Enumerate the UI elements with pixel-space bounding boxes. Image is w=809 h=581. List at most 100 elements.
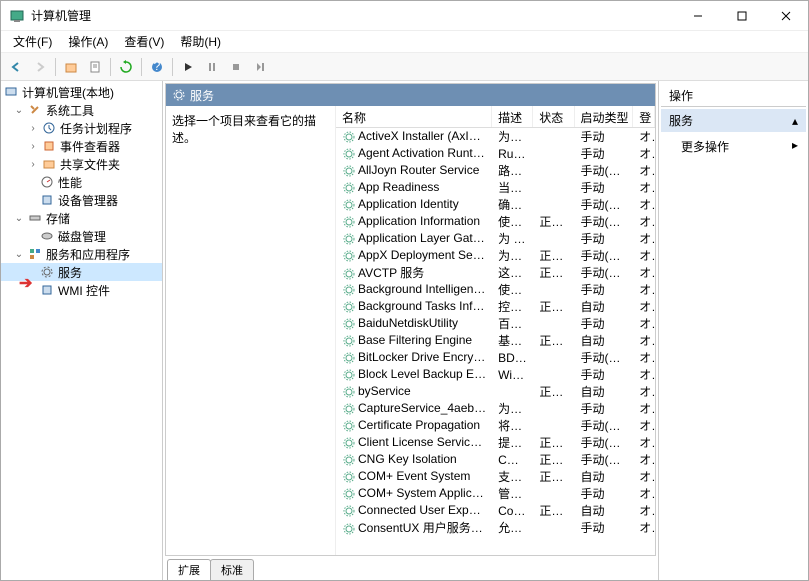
annotation-arrow: ➔	[19, 273, 32, 293]
minimize-button[interactable]	[676, 1, 720, 31]
table-row[interactable]: BitLocker Drive Encryption ...BDE...手动(触…	[336, 349, 655, 366]
expander-icon[interactable]: ⌄	[13, 212, 25, 224]
forward-button[interactable]	[29, 56, 51, 78]
table-row[interactable]: Background Intelligent Tra...使用...手动オ	[336, 281, 655, 298]
restart-service-button[interactable]	[249, 56, 271, 78]
chevron-right-icon: ▸	[792, 138, 798, 152]
col-start[interactable]: 启动类型	[575, 106, 634, 127]
table-row[interactable]: BaiduNetdiskUtility百度...手动オ	[336, 315, 655, 332]
gear-icon	[342, 300, 356, 314]
refresh-button[interactable]	[115, 56, 137, 78]
table-row[interactable]: Block Level Backup Engine ...Win...手动オ	[336, 366, 655, 383]
tree-label: 服务和应用程序	[46, 246, 130, 263]
separator	[110, 58, 111, 76]
gear-icon	[342, 215, 356, 229]
table-row[interactable]: App Readiness当用...手动オ	[336, 179, 655, 196]
services-panel: 服务 选择一个项目来查看它的描述。 名称 描述 状态 启动类型 登	[165, 83, 656, 556]
menu-file[interactable]: 文件(F)	[5, 31, 60, 52]
tree-storage[interactable]: ⌄ 存储	[1, 209, 162, 227]
gear-icon	[342, 487, 356, 501]
col-logon[interactable]: 登	[633, 106, 655, 127]
tree-event-viewer[interactable]: › 事件查看器	[1, 137, 162, 155]
separator	[172, 58, 173, 76]
col-name[interactable]: 名称	[336, 106, 492, 127]
gear-icon	[342, 351, 356, 365]
table-row[interactable]: Application Identity确定...手动(触发...オ	[336, 196, 655, 213]
disk-icon	[39, 228, 55, 244]
table-row[interactable]: Client License Service (Clip...提供...正在..…	[336, 434, 655, 451]
tree-root[interactable]: 计算机管理(本地)	[1, 83, 162, 101]
table-row[interactable]: Application Layer Gateway ...为 In...手动オ	[336, 230, 655, 247]
table-row[interactable]: byService正在...自动オ	[336, 383, 655, 400]
tab-standard[interactable]: 标准	[210, 559, 254, 580]
up-button[interactable]	[60, 56, 82, 78]
device-icon	[39, 192, 55, 208]
close-button[interactable]	[764, 1, 808, 31]
table-row[interactable]: Application Information使用...正在...手动(触发..…	[336, 213, 655, 230]
maximize-button[interactable]	[720, 1, 764, 31]
tree-services-apps[interactable]: ⌄ 服务和应用程序	[1, 245, 162, 263]
properties-button[interactable]	[84, 56, 106, 78]
tree-performance[interactable]: 性能	[1, 173, 162, 191]
back-button[interactable]	[5, 56, 27, 78]
table-row[interactable]: AllJoyn Router Service路由...手动(触发...オ	[336, 162, 655, 179]
list-header: 名称 描述 状态 启动类型 登	[336, 106, 655, 128]
storage-icon	[27, 210, 43, 226]
pause-service-button[interactable]	[201, 56, 223, 78]
navigation-tree[interactable]: 计算机管理(本地) ⌄ 系统工具 › 任务计划程序 › 事件查看器 › 共享文件…	[1, 81, 163, 580]
table-row[interactable]: AppX Deployment Service ...为部...正在...手动(…	[336, 247, 655, 264]
tree-label: 存储	[46, 210, 70, 227]
actions-category[interactable]: 服务 ▴	[661, 109, 806, 132]
help-button[interactable]: ?	[146, 56, 168, 78]
tree-disk-management[interactable]: 磁盘管理	[1, 227, 162, 245]
app-window: 计算机管理 文件(F) 操作(A) 查看(V) 帮助(H) ? 计算机管理(本地…	[0, 0, 809, 581]
expander-icon[interactable]: ⌄	[13, 248, 25, 260]
table-row[interactable]: COM+ System Application管理...手动オ	[336, 485, 655, 502]
expander-icon[interactable]: ⌄	[13, 104, 25, 116]
description-prompt: 选择一个项目来查看它的描述。	[172, 112, 329, 146]
actions-more[interactable]: 更多操作 ▸	[661, 134, 806, 159]
actions-header: 操作	[661, 83, 806, 107]
menubar: 文件(F) 操作(A) 查看(V) 帮助(H)	[1, 31, 808, 53]
table-row[interactable]: Agent Activation Runtime_...Runt...手动オ	[336, 145, 655, 162]
tree-shared-folders[interactable]: › 共享文件夹	[1, 155, 162, 173]
expander-icon[interactable]: ›	[27, 140, 39, 152]
collapse-icon[interactable]: ▴	[792, 114, 798, 128]
table-row[interactable]: Background Tasks Infrastru...控制...正在...自…	[336, 298, 655, 315]
table-row[interactable]: COM+ Event System支持...正在...自动オ	[336, 468, 655, 485]
stop-service-button[interactable]	[225, 56, 247, 78]
table-row[interactable]: Certificate Propagation将用...手动(触发...オ	[336, 417, 655, 434]
menu-view[interactable]: 查看(V)	[116, 31, 172, 52]
table-row[interactable]: CaptureService_4aeb7ca为调...手动オ	[336, 400, 655, 417]
tree-label: 共享文件夹	[60, 156, 120, 173]
table-row[interactable]: AVCTP 服务这是...正在...手动(触发...オ	[336, 264, 655, 281]
table-row[interactable]: CNG Key IsolationCNG...正在...手动(触发...オ	[336, 451, 655, 468]
tree-label: 设备管理器	[58, 192, 118, 209]
gear-icon	[342, 334, 356, 348]
table-row[interactable]: ActiveX Installer (AxInstSV)为从...手动オ	[336, 128, 655, 145]
col-desc[interactable]: 描述	[492, 106, 533, 127]
services-list[interactable]: 名称 描述 状态 启动类型 登 ActiveX Installer (AxIns…	[336, 106, 655, 555]
separator	[55, 58, 56, 76]
table-row[interactable]: Connected User Experienc...Con...正在...自动…	[336, 502, 655, 519]
tree-device-manager[interactable]: 设备管理器	[1, 191, 162, 209]
table-row[interactable]: Base Filtering Engine基本...正在...自动オ	[336, 332, 655, 349]
menu-help[interactable]: 帮助(H)	[172, 31, 229, 52]
start-service-button[interactable]	[177, 56, 199, 78]
gear-icon	[342, 419, 356, 433]
window-title: 计算机管理	[31, 7, 676, 24]
col-state[interactable]: 状态	[533, 106, 574, 127]
menu-action[interactable]: 操作(A)	[60, 31, 116, 52]
expander-icon[interactable]: ›	[27, 122, 39, 134]
tree-label: 事件查看器	[60, 138, 120, 155]
gear-icon	[342, 283, 356, 297]
gear-icon	[342, 164, 356, 178]
tree-task-scheduler[interactable]: › 任务计划程序	[1, 119, 162, 137]
gear-icon	[39, 264, 55, 280]
gear-icon	[342, 385, 356, 399]
expander-icon[interactable]: ›	[27, 158, 39, 170]
table-row[interactable]: ConsentUX 用户服务_4aeb...允许...手动オ	[336, 519, 655, 536]
tab-extended[interactable]: 扩展	[167, 559, 211, 580]
tree-system-tools[interactable]: ⌄ 系统工具	[1, 101, 162, 119]
gear-icon	[342, 249, 356, 263]
